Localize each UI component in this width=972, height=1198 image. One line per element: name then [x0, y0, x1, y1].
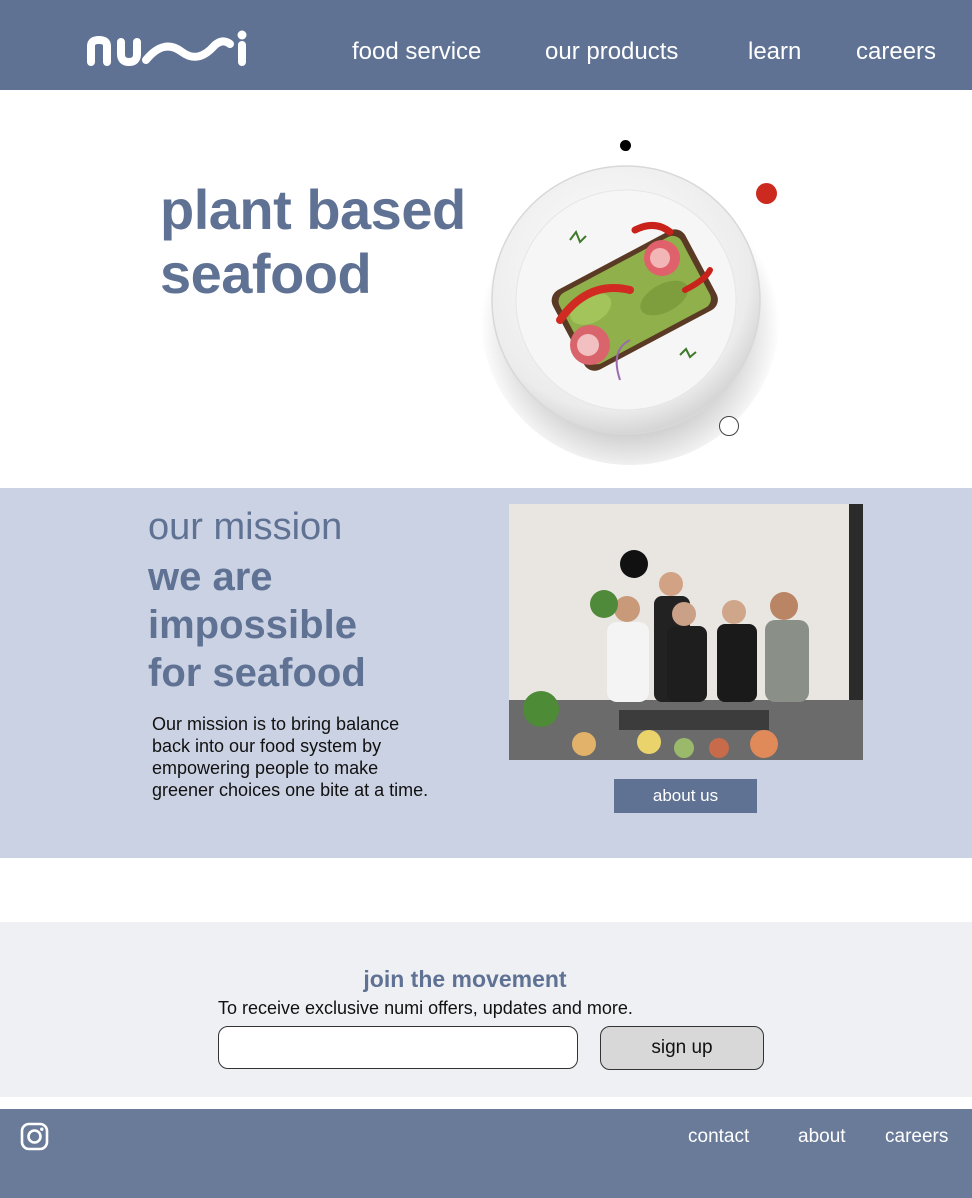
- sign-up-button[interactable]: sign up: [600, 1026, 764, 1070]
- numi-logo[interactable]: [86, 30, 258, 68]
- newsletter-subtitle: To receive exclusive numi offers, update…: [218, 998, 633, 1018]
- site-footer: [0, 1109, 972, 1198]
- footer-link-about[interactable]: about: [798, 1126, 846, 1148]
- about-us-button[interactable]: about us: [614, 779, 757, 813]
- hero-plate-image: [470, 141, 790, 470]
- instagram-icon[interactable]: [20, 1122, 49, 1151]
- mission-title: we are impossible for seafood: [148, 553, 366, 697]
- mission-title-line2: impossible: [148, 603, 357, 647]
- decorative-outline-dot: [719, 416, 739, 436]
- nav-careers[interactable]: careers: [856, 38, 936, 66]
- hero-title-line2: seafood: [160, 242, 372, 305]
- footer-link-contact[interactable]: contact: [688, 1126, 749, 1148]
- decorative-red-dot: [756, 183, 777, 204]
- hero-title-line1: plant based: [160, 178, 466, 241]
- newsletter-title: join the movement: [363, 966, 567, 992]
- mission-kicker: our mission: [148, 506, 343, 548]
- team-photo: [509, 504, 863, 760]
- decorative-black-dot: [620, 140, 631, 151]
- hero-title: plant based seafood: [160, 178, 466, 306]
- nav-our-products[interactable]: our products: [545, 38, 678, 66]
- nav-learn[interactable]: learn: [748, 38, 801, 66]
- mission-body-text: Our mission is to bring balance back int…: [152, 714, 429, 800]
- footer-link-careers[interactable]: careers: [885, 1126, 948, 1148]
- email-input[interactable]: [218, 1026, 578, 1069]
- mission-title-line1: we are: [148, 555, 273, 599]
- mission-title-line3: for seafood: [148, 651, 366, 695]
- nav-food-service[interactable]: food service: [352, 38, 481, 66]
